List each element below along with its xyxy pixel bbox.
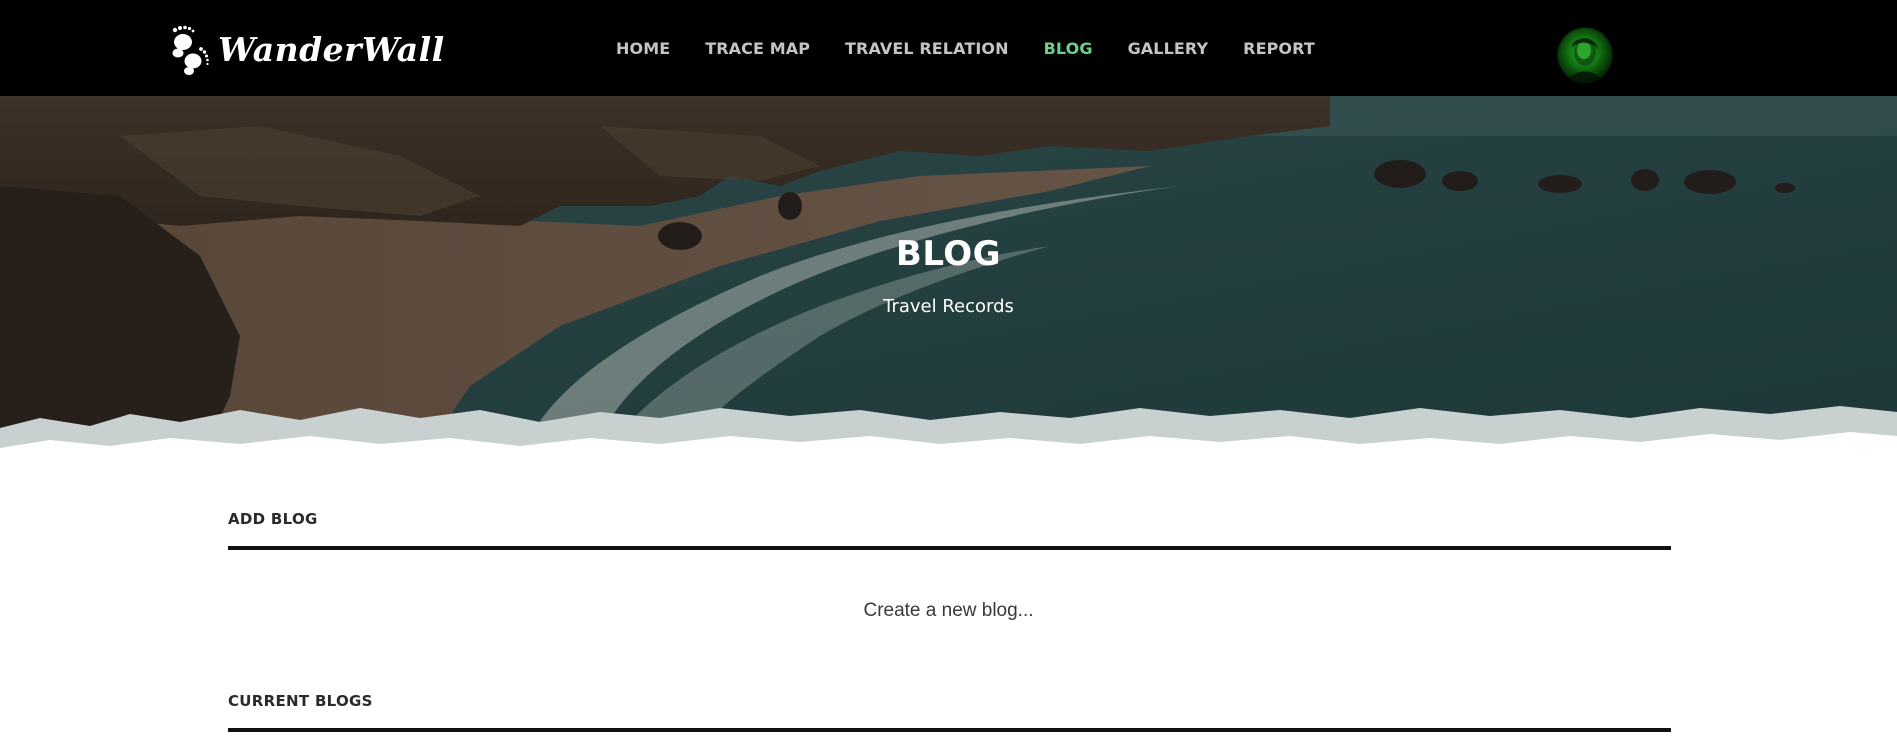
nav-item-travel-relation: TRAVEL RELATION xyxy=(845,39,1009,58)
current-blogs-heading: CURRENT BLOGS xyxy=(228,692,373,710)
coastline-background-image xyxy=(0,96,1897,460)
user-avatar-icon xyxy=(1568,38,1602,82)
page-subtitle: Travel Records xyxy=(883,296,1014,317)
nav-link-blog[interactable]: BLOG xyxy=(1044,39,1093,58)
brand-logo[interactable]: WanderWall xyxy=(166,22,445,76)
current-blogs-section-header: CURRENT BLOGS xyxy=(228,692,1671,732)
nav-link-travel-relation[interactable]: TRAVEL RELATION xyxy=(845,39,1009,58)
add-blog-heading: ADD BLOG xyxy=(228,510,318,528)
hero-banner: BLOG Travel Records xyxy=(0,96,1897,460)
nav-link-home[interactable]: HOME xyxy=(616,39,670,58)
nav-item-gallery: GALLERY xyxy=(1128,39,1209,58)
brand-name: WanderWall xyxy=(218,29,445,69)
nav-item-home: HOME xyxy=(616,39,670,58)
nav-item-trace-map: TRACE MAP xyxy=(705,39,810,58)
add-blog-section-header: ADD BLOG xyxy=(228,510,1671,550)
create-new-blog-link[interactable]: Create a new blog... xyxy=(0,600,1897,622)
page-title: BLOG xyxy=(895,234,1002,274)
footprints-icon xyxy=(172,25,209,75)
nav-link-report[interactable]: REPORT xyxy=(1243,39,1315,58)
nav-item-blog: BLOG xyxy=(1044,39,1093,58)
nav-link-gallery[interactable]: GALLERY xyxy=(1128,39,1209,58)
nav-item-report: REPORT xyxy=(1243,39,1315,58)
main-nav: HOME TRACE MAP TRAVEL RELATION BLOG GALL… xyxy=(616,0,1350,96)
top-navbar: WanderWall HOME TRACE MAP TRAVEL RELATIO… xyxy=(0,0,1897,96)
user-avatar[interactable] xyxy=(1558,28,1612,82)
nav-link-trace-map[interactable]: TRACE MAP xyxy=(705,39,810,58)
